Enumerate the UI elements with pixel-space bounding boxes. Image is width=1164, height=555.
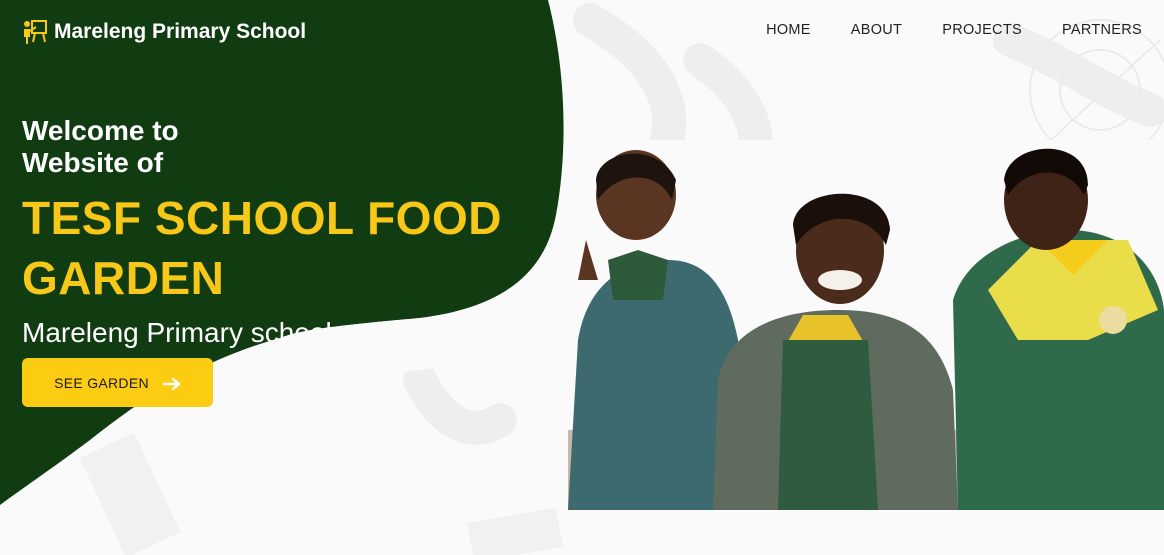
arrow-right-icon (162, 377, 181, 390)
see-garden-label: SEE GARDEN (54, 374, 149, 391)
nav-projects[interactable]: PROJECTS (942, 22, 1022, 38)
hero-subtitle: Mareleng Primary school (22, 317, 332, 348)
hero-title: TESF SCHOOL FOOD GARDEN (22, 192, 502, 304)
hero-welcome-text: Welcome to Website of (22, 115, 179, 178)
teacher-board-icon (22, 18, 48, 46)
brand-name: Mareleng Primary School (54, 20, 307, 43)
brand-logo-link[interactable]: Mareleng Primary School (22, 18, 306, 46)
see-garden-button[interactable]: SEE GARDEN (22, 358, 213, 407)
main-nav: HOME ABOUT PROJECTS PARTNERS (766, 22, 1142, 38)
nav-partners[interactable]: PARTNERS (1062, 22, 1142, 38)
students-photo (568, 140, 1164, 510)
nav-about[interactable]: ABOUT (851, 22, 902, 38)
nav-home[interactable]: HOME (766, 22, 811, 38)
